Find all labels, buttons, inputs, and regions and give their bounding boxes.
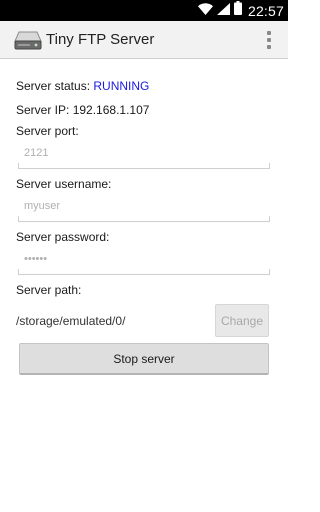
server-password-label: Server password: bbox=[16, 230, 110, 244]
server-path-label: Server path: bbox=[16, 283, 82, 297]
server-ip-label: Server IP: bbox=[16, 103, 70, 117]
server-username-label: Server username: bbox=[16, 177, 112, 191]
app-title: Tiny FTP Server bbox=[46, 31, 155, 48]
status-icons: 22:57 bbox=[197, 0, 288, 21]
status-bar: 22:57 bbox=[0, 0, 288, 21]
server-ip-row: Server IP: 192.168.1.107 bbox=[16, 103, 149, 117]
server-password-field[interactable] bbox=[24, 253, 264, 265]
server-username-field[interactable] bbox=[24, 200, 264, 212]
server-path-value: /storage/emulated/0/ bbox=[16, 314, 126, 328]
server-ip-value: 192.168.1.107 bbox=[72, 103, 150, 117]
status-time: 22:57 bbox=[247, 2, 284, 19]
server-password-field-wrapper bbox=[18, 247, 270, 275]
action-bar: Tiny FTP Server bbox=[0, 21, 288, 59]
server-port-field[interactable] bbox=[24, 147, 264, 159]
server-icon bbox=[14, 30, 42, 50]
server-status-row: Server status: RUNNING bbox=[16, 79, 149, 93]
server-port-label: Server port: bbox=[16, 124, 79, 138]
change-path-button[interactable]: Change bbox=[215, 304, 269, 337]
server-username-field-wrapper bbox=[18, 194, 270, 222]
server-status-value: RUNNING bbox=[93, 79, 150, 93]
signal-icon bbox=[216, 2, 230, 20]
battery-icon bbox=[233, 1, 242, 20]
stop-server-button[interactable]: Stop server bbox=[19, 343, 269, 375]
wifi-icon bbox=[197, 2, 213, 20]
server-port-field-wrapper bbox=[18, 141, 270, 169]
server-status-label: Server status: bbox=[16, 79, 91, 93]
overflow-menu-icon[interactable] bbox=[264, 30, 274, 50]
